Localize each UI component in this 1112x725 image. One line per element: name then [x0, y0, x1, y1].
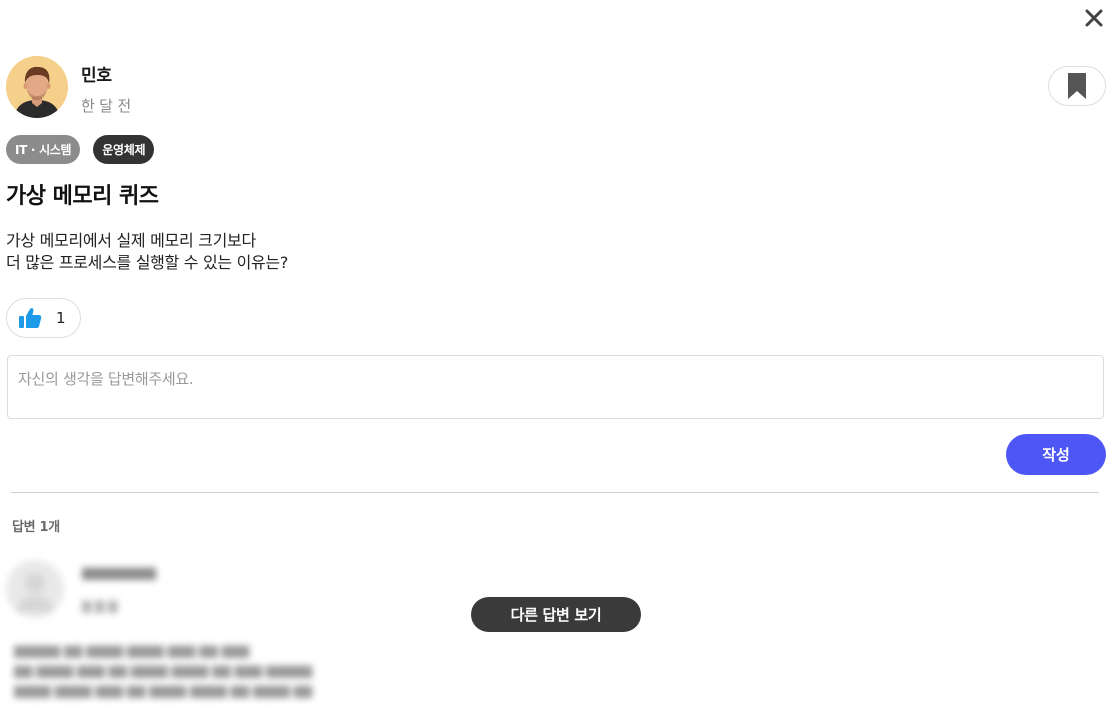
answer-avatar — [6, 560, 64, 618]
close-button[interactable] — [1082, 6, 1106, 30]
post-body-line: 가상 메모리에서 실제 메모리 크기보다 — [6, 231, 256, 250]
tag-list: IT · 시스템 운영체제 — [6, 135, 155, 164]
like-button[interactable]: 1 — [6, 298, 81, 338]
post-title: 가상 메모리 퀴즈 — [6, 184, 159, 209]
author-name[interactable]: 민호 — [81, 61, 112, 86]
post-body: 가상 메모리에서 실제 메모리 크기보다 더 많은 프로세스를 실행할 수 있는… — [6, 230, 288, 274]
answer-text: ▇▇▇▇▇ ▇▇ ▇▇▇▇ ▇▇▇▇ ▇▇▇ ▇▇ ▇▇▇ ▇▇ ▇▇▇▇ ▇▇… — [14, 644, 313, 698]
divider — [11, 492, 1099, 493]
bookmark-button[interactable] — [1048, 66, 1106, 106]
answer-input[interactable] — [7, 355, 1104, 419]
tag-it-system[interactable]: IT · 시스템 — [6, 135, 81, 164]
tag-operating-system[interactable]: 운영체제 — [93, 135, 155, 164]
answer-count: 답변 1개 — [12, 520, 60, 535]
like-count: 1 — [56, 309, 66, 327]
answer-timestamp: ▇ ▇ ▇ — [82, 599, 118, 613]
close-icon — [1085, 9, 1103, 27]
bookmark-icon — [1068, 73, 1086, 99]
thumbs-up-icon — [19, 308, 42, 328]
author-avatar[interactable] — [6, 56, 68, 118]
post-timestamp: 한 달 전 — [81, 97, 131, 115]
answer-author-name: ▇▇▇▇▇▇▇▇ — [82, 566, 156, 580]
blurred-answer-preview: ▇▇▇▇▇▇▇▇ ▇ ▇ ▇ ▇▇▇▇▇ ▇▇ ▇▇▇▇ ▇▇▇▇ ▇▇▇ ▇▇… — [6, 555, 566, 715]
submit-answer-button[interactable]: 작성 — [1006, 434, 1106, 475]
post-body-line: 더 많은 프로세스를 실행할 수 있는 이유는? — [6, 253, 289, 272]
view-more-answers-button[interactable]: 다른 답변 보기 — [471, 597, 641, 632]
